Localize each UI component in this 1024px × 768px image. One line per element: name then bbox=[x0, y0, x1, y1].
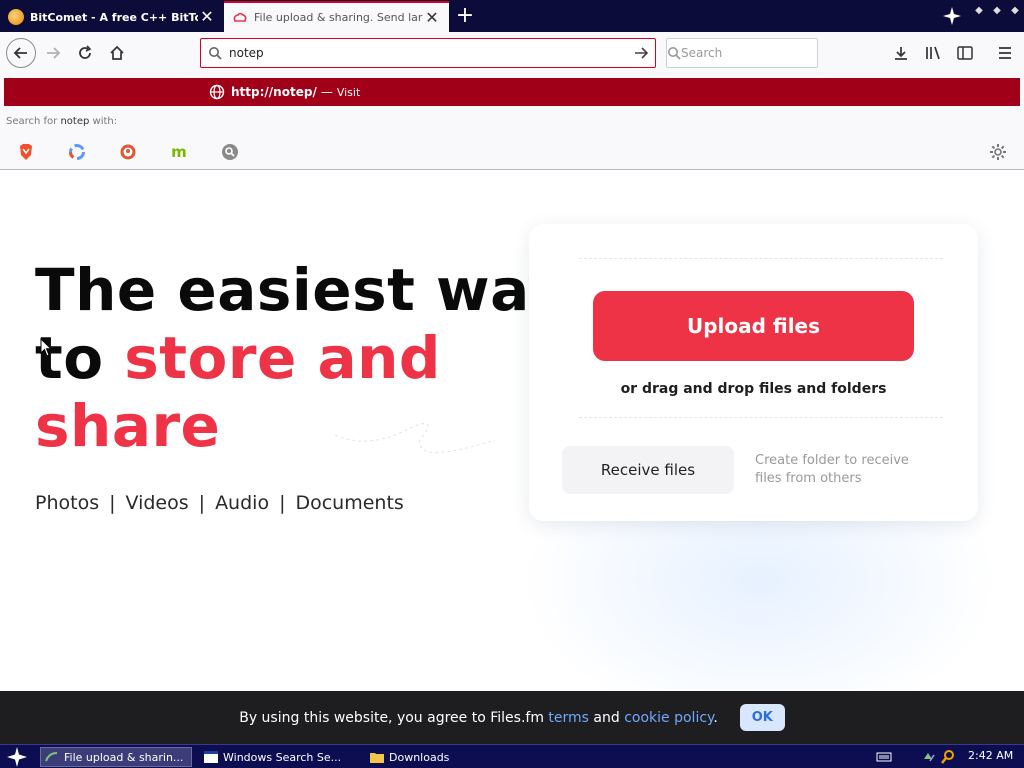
files-fm-favicon-icon bbox=[232, 10, 248, 26]
media-type-audio: Audio bbox=[215, 492, 270, 514]
url-suggestions-dropdown: http://notep/ — Visit Search for notep w… bbox=[0, 74, 1024, 170]
visit-separator: — bbox=[320, 85, 333, 99]
clock: 2:42 AM bbox=[968, 749, 1014, 762]
library-button[interactable] bbox=[918, 38, 948, 68]
download-icon bbox=[895, 47, 907, 60]
dropzone-border-top bbox=[579, 258, 943, 259]
hamburger-menu-icon bbox=[999, 47, 1011, 59]
media-type-videos: Videos bbox=[125, 492, 189, 514]
hero-line-2: to store and bbox=[35, 324, 441, 392]
media-separator: | bbox=[279, 492, 286, 514]
taskbar-item-windows-search[interactable]: Windows Search Se... bbox=[200, 747, 350, 767]
search-engine-icon[interactable] bbox=[220, 142, 240, 162]
tab-title: File upload & sharing. Send large f bbox=[254, 11, 423, 24]
close-tab-icon[interactable]: ✕ bbox=[198, 8, 216, 26]
taskbar-item-browser[interactable]: File upload & sharin... bbox=[40, 747, 192, 767]
visit-action-label: Visit bbox=[336, 85, 361, 99]
sidebar-button[interactable] bbox=[950, 38, 980, 68]
hero-line-3: share bbox=[35, 392, 221, 460]
qwant-icon[interactable] bbox=[67, 142, 87, 162]
back-button[interactable] bbox=[6, 38, 36, 68]
menu-button[interactable] bbox=[990, 38, 1020, 68]
visit-url: http://notep/ bbox=[231, 85, 317, 99]
home-button[interactable] bbox=[102, 38, 132, 68]
hero-heading: The easiest way to store and share bbox=[35, 256, 566, 460]
tab-strip: BitComet - A free C++ BitTorrent ✕ File … bbox=[0, 0, 1024, 32]
tab-bitcomet[interactable]: BitComet - A free C++ BitTorrent ✕ bbox=[0, 2, 224, 32]
minimize-window-icon[interactable]: ◆ bbox=[972, 4, 986, 18]
search-input[interactable] bbox=[681, 46, 831, 60]
upload-card: Upload files or drag and drop files and … bbox=[529, 224, 978, 521]
taskbar: File upload & sharin... Windows Search S… bbox=[0, 744, 1024, 768]
cookie-policy-link[interactable]: cookie policy bbox=[624, 710, 713, 726]
visit-suggestion-row[interactable]: http://notep/ — Visit bbox=[4, 78, 1020, 106]
reload-button[interactable] bbox=[70, 38, 100, 68]
close-tab-icon[interactable]: ✕ bbox=[423, 8, 441, 27]
media-separator: | bbox=[198, 492, 206, 514]
forward-button[interactable] bbox=[38, 38, 68, 68]
search-tray-icon[interactable] bbox=[940, 749, 956, 765]
reload-icon bbox=[79, 45, 92, 59]
gear-icon[interactable] bbox=[988, 142, 1008, 162]
cookie-text: By using this website, you agree to File… bbox=[239, 709, 718, 726]
navigation-toolbar bbox=[0, 32, 1024, 74]
forward-arrow-icon bbox=[47, 47, 61, 59]
search-bar[interactable] bbox=[666, 38, 831, 68]
folder-icon bbox=[370, 753, 384, 763]
browser-task-icon bbox=[45, 752, 58, 762]
upload-files-button[interactable]: Upload files bbox=[593, 291, 914, 361]
close-window-icon[interactable]: ◆ bbox=[1008, 4, 1022, 18]
cookie-consent-bar: By using this website, you agree to File… bbox=[0, 691, 1024, 744]
media-type-documents: Documents bbox=[295, 492, 404, 514]
maximize-window-icon[interactable]: ◆ bbox=[990, 4, 1004, 18]
dropzone-border-bottom bbox=[579, 417, 943, 418]
search-with-label: Search for notep with: bbox=[6, 116, 118, 127]
search-icon bbox=[201, 46, 229, 60]
search-icon bbox=[667, 46, 681, 60]
back-arrow-icon bbox=[13, 47, 27, 59]
keyboard-icon[interactable] bbox=[876, 751, 892, 763]
library-icon bbox=[926, 46, 940, 60]
window-task-icon bbox=[204, 751, 218, 763]
downloads-button[interactable] bbox=[886, 38, 916, 68]
receive-files-description: Create folder to receive files from othe… bbox=[755, 453, 909, 486]
media-types-list: Photos | Videos | Audio | Documents bbox=[35, 492, 404, 514]
mouse-cursor-icon bbox=[40, 338, 53, 357]
address-bar[interactable] bbox=[200, 38, 656, 68]
taskbar-item-downloads[interactable]: Downloads bbox=[366, 747, 516, 767]
address-input[interactable] bbox=[229, 46, 627, 60]
search-engines-row: m bbox=[0, 138, 1024, 164]
globe-icon bbox=[209, 84, 225, 100]
bitcomet-favicon-icon bbox=[8, 9, 24, 25]
tab-files-fm[interactable]: File upload & sharing. Send large f ✕ bbox=[224, 1, 449, 32]
media-type-photos: Photos bbox=[35, 492, 100, 514]
media-separator: | bbox=[109, 492, 116, 514]
home-icon bbox=[110, 45, 124, 60]
new-tab-button[interactable]: + bbox=[452, 4, 478, 28]
brave-icon[interactable] bbox=[16, 142, 36, 162]
web-page: The easiest way to store and share Photo… bbox=[0, 170, 1024, 691]
go-arrow-icon[interactable] bbox=[627, 45, 655, 61]
tab-title: BitComet - A free C++ BitTorrent bbox=[30, 10, 198, 24]
start-menu-star-icon[interactable] bbox=[6, 747, 28, 767]
window-star-icon bbox=[943, 7, 961, 25]
cookie-ok-button[interactable]: OK bbox=[739, 704, 785, 731]
network-icon[interactable] bbox=[922, 749, 938, 765]
receive-files-button[interactable]: Receive files bbox=[562, 446, 734, 494]
drag-drop-hint: or drag and drop files and folders bbox=[620, 381, 887, 397]
mojeek-icon[interactable]: m bbox=[169, 142, 189, 162]
terms-link[interactable]: terms bbox=[548, 710, 589, 726]
duckduckgo-icon[interactable] bbox=[118, 142, 138, 162]
hero-line-1: The easiest way bbox=[35, 256, 567, 324]
sidebar-icon bbox=[957, 46, 973, 60]
